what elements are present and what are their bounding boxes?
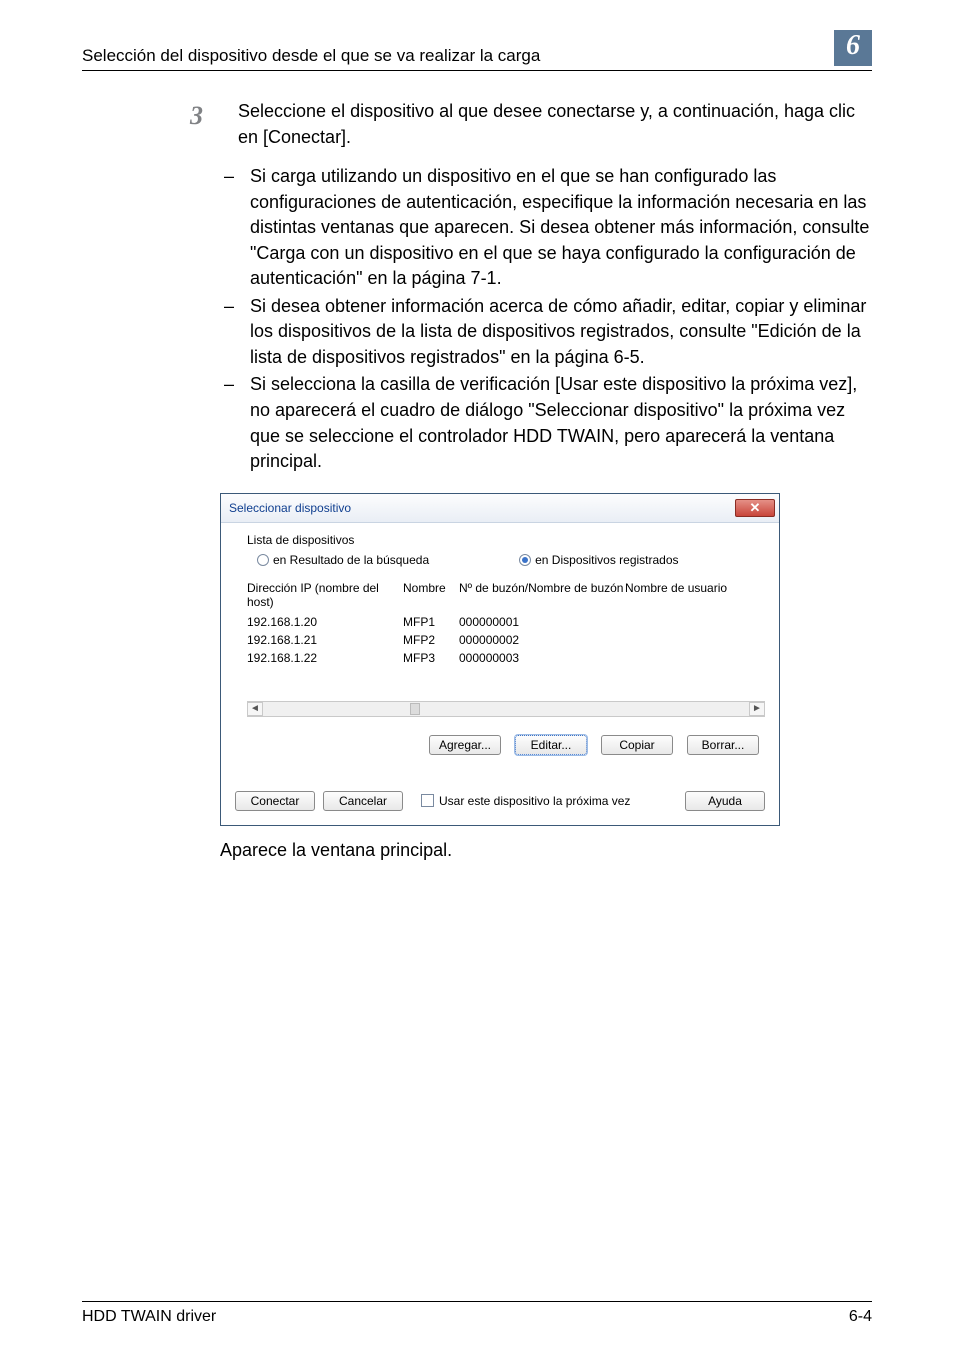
col-user: Nombre de usuario [625, 581, 745, 609]
delete-button[interactable]: Borrar... [687, 735, 759, 755]
page-footer: HDD TWAIN driver 6-4 [82, 1301, 872, 1326]
cell-name: MFP3 [403, 649, 459, 667]
radio-registered-label: en Dispositivos registrados [535, 553, 678, 567]
col-name: Nombre [403, 581, 459, 609]
scroll-left-icon[interactable]: ◄ [247, 702, 263, 716]
cell-name: MFP1 [403, 613, 459, 631]
radio-search-results[interactable]: en Resultado de la búsqueda [257, 553, 429, 567]
horizontal-scrollbar[interactable]: ◄ ► [247, 701, 765, 717]
step-text: Seleccione el dispositivo al que desee c… [238, 99, 872, 150]
sub-bullet-list: Si carga utilizando un dispositivo en el… [220, 164, 872, 475]
cell-box: 000000002 [459, 631, 625, 649]
cancel-button[interactable]: Cancelar [323, 791, 403, 811]
after-dialog-text: Aparece la ventana principal. [220, 838, 872, 864]
footer-left: HDD TWAIN driver [82, 1308, 849, 1326]
list-item: Si selecciona la casilla de verificación… [220, 372, 872, 474]
close-icon: ✕ [750, 500, 761, 516]
cell-name: MFP2 [403, 631, 459, 649]
radio-icon [257, 554, 269, 566]
cell-ip: 192.168.1.22 [247, 649, 403, 667]
cell-user [625, 649, 745, 667]
use-next-time-checkbox[interactable]: Usar este dispositivo la próxima vez [421, 794, 630, 808]
running-header-title: Selección del dispositivo desde el que s… [82, 46, 824, 66]
connect-button[interactable]: Conectar [235, 791, 315, 811]
dialog-titlebar: Seleccionar dispositivo ✕ [221, 494, 779, 523]
cell-box: 000000001 [459, 613, 625, 631]
copy-button[interactable]: Copiar [601, 735, 673, 755]
checkbox-icon [421, 794, 434, 807]
select-device-dialog: Seleccionar dispositivo ✕ Lista de dispo… [220, 493, 780, 826]
list-item: Si carga utilizando un dispositivo en el… [220, 164, 872, 292]
device-table: Dirección IP (nombre del host) Nombre Nº… [247, 581, 765, 667]
table-row[interactable]: 192.168.1.21 MFP2 000000002 [247, 631, 765, 649]
radio-search-label: en Resultado de la búsqueda [273, 553, 429, 567]
step-number: 3 [190, 99, 238, 150]
radio-icon [519, 554, 531, 566]
scroll-thumb[interactable] [410, 703, 420, 715]
cell-ip: 192.168.1.20 [247, 613, 403, 631]
chapter-number-badge: 6 [834, 30, 872, 66]
footer-right: 6-4 [849, 1308, 872, 1326]
table-row[interactable]: 192.168.1.20 MFP1 000000001 [247, 613, 765, 631]
table-row[interactable]: 192.168.1.22 MFP3 000000003 [247, 649, 765, 667]
cell-ip: 192.168.1.21 [247, 631, 403, 649]
running-header: Selección del dispositivo desde el que s… [82, 30, 872, 71]
col-box: Nº de buzón/Nombre de buzón [459, 581, 625, 609]
cell-user [625, 613, 745, 631]
col-ip: Dirección IP (nombre del host) [247, 581, 403, 609]
dialog-title-text: Seleccionar dispositivo [229, 501, 735, 515]
list-item: Si desea obtener información acerca de c… [220, 294, 872, 371]
use-next-time-label: Usar este dispositivo la próxima vez [439, 794, 630, 808]
device-list-group-label: Lista de dispositivos [235, 533, 765, 547]
cell-box: 000000003 [459, 649, 625, 667]
help-button[interactable]: Ayuda [685, 791, 765, 811]
step-block: 3 Seleccione el dispositivo al que desee… [190, 99, 872, 150]
close-button[interactable]: ✕ [735, 499, 775, 517]
radio-registered-devices[interactable]: en Dispositivos registrados [519, 553, 678, 567]
cell-user [625, 631, 745, 649]
scroll-right-icon[interactable]: ► [749, 702, 765, 716]
table-header: Dirección IP (nombre del host) Nombre Nº… [247, 581, 765, 609]
add-button[interactable]: Agregar... [429, 735, 501, 755]
edit-button[interactable]: Editar... [515, 735, 587, 755]
